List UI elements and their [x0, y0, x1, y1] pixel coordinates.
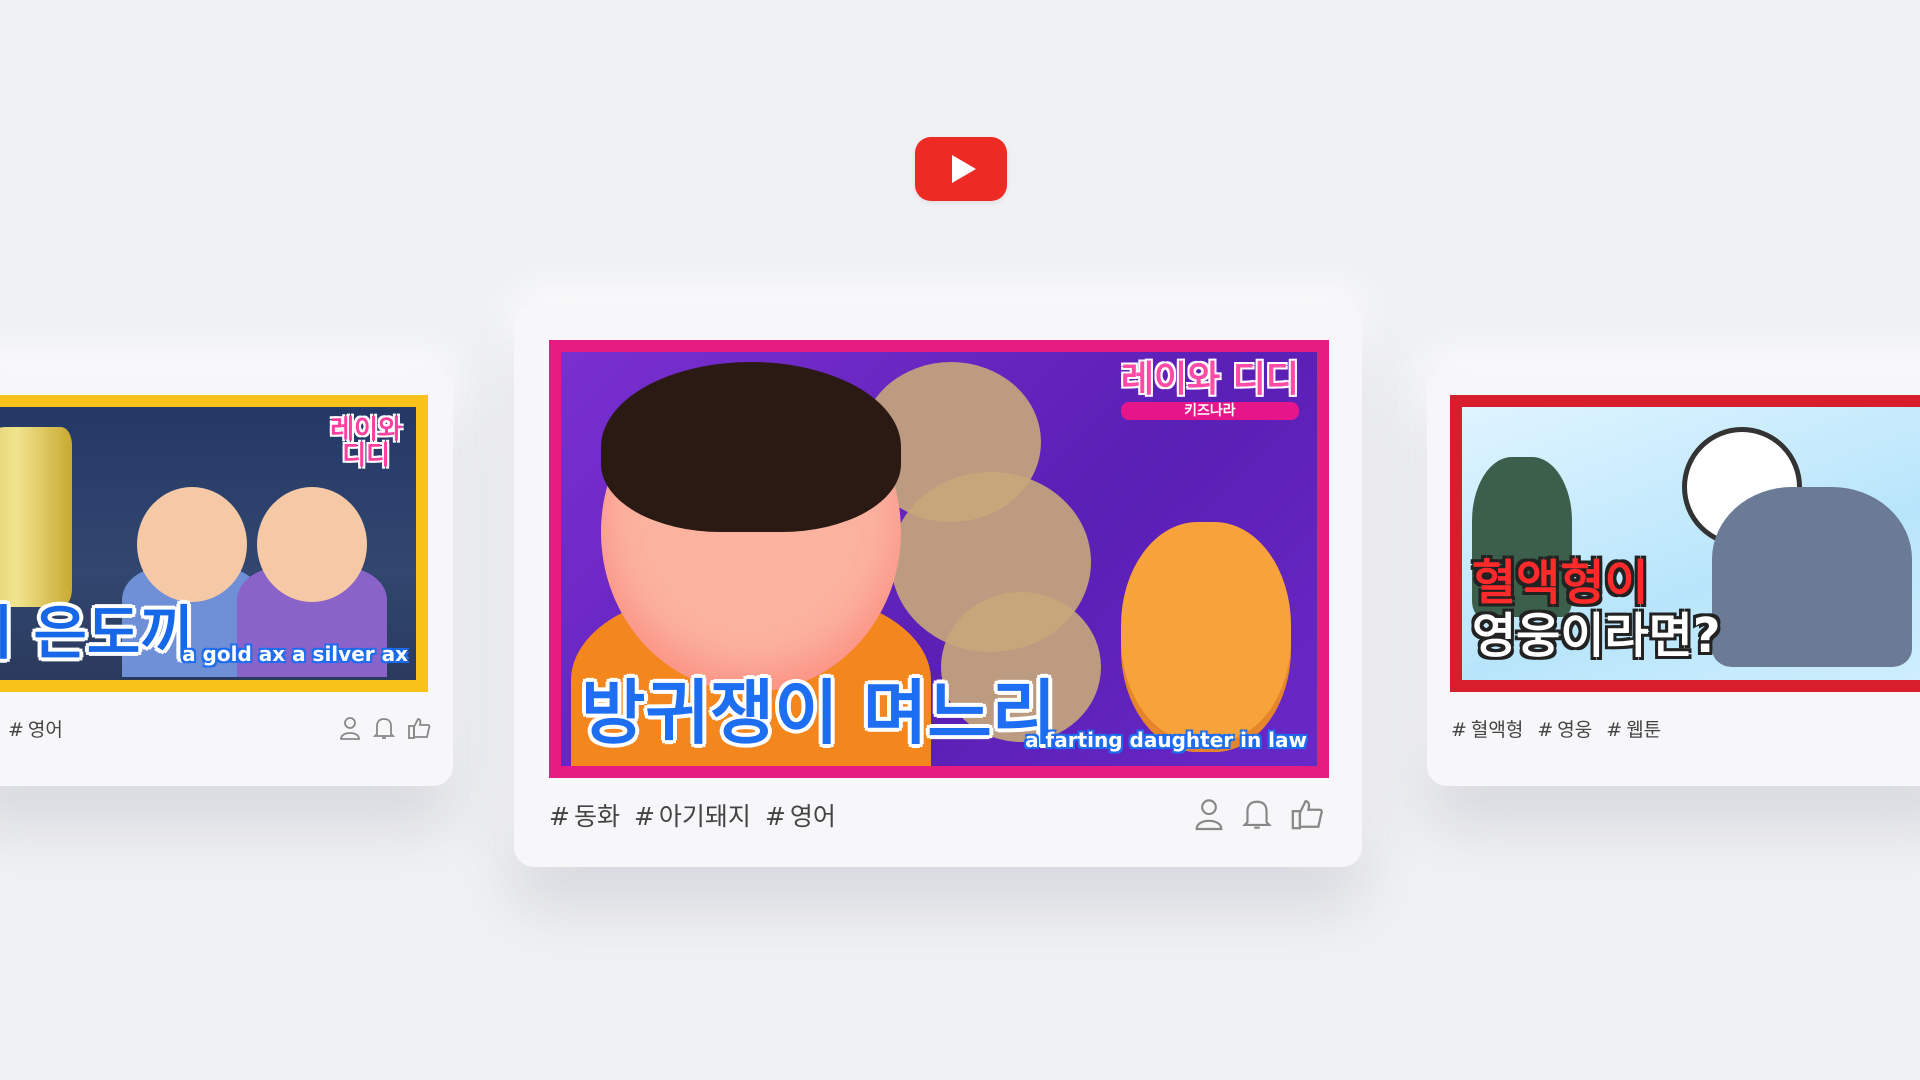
- video-title: 방귀쟁이 며느리: [581, 672, 1057, 754]
- video-carousel: 레이와 디디 이 은도끼 a gold ax a silver ax #영어: [0, 0, 1920, 1080]
- bell-icon[interactable]: [373, 716, 395, 740]
- golden-axe-illustration: [0, 427, 72, 607]
- tag-list: # 영어: [8, 715, 63, 742]
- user-icon[interactable]: [339, 716, 361, 740]
- thumbs-up-icon[interactable]: [1290, 797, 1324, 831]
- user-icon[interactable]: [1194, 797, 1224, 831]
- tag-list: # 혈액형 # 영웅 # 웹툰: [1451, 715, 1661, 742]
- video-card-featured[interactable]: 레이와 디디 키즈나라 방귀쟁이 며느리 a farting daughter …: [514, 305, 1362, 867]
- video-thumbnail[interactable]: 레이와 디디 키즈나라 방귀쟁이 며느리 a farting daughter …: [549, 340, 1329, 778]
- video-card-right[interactable]: 혈액형이 영웅이라면? # 혈액형 # 영웅 # 웹툰: [1427, 370, 1920, 786]
- channel-brand-badge: 레이와 디디 키즈나라: [1120, 359, 1299, 420]
- video-title: 혈액형이 영웅이라면?: [1472, 554, 1721, 665]
- video-card-left[interactable]: 레이와 디디 이 은도끼 a gold ax a silver ax #영어: [0, 370, 453, 786]
- tag[interactable]: # 아기돼지: [634, 797, 751, 833]
- tiger-character: [1121, 522, 1291, 752]
- video-title: 이 은도끼: [0, 599, 194, 667]
- video-thumbnail[interactable]: 혈액형이 영웅이라면?: [1450, 395, 1920, 692]
- tag[interactable]: # 웹툰: [1606, 715, 1661, 742]
- video-subtitle: a gold ax a silver ax: [182, 642, 408, 666]
- thumbnail-art: 레이와 디디 이 은도끼 a gold ax a silver ax: [0, 407, 416, 680]
- youtube-logo[interactable]: [915, 137, 1007, 201]
- thumbnail-art: 혈액형이 영웅이라면?: [1462, 407, 1920, 680]
- tag[interactable]: # 영어: [765, 797, 836, 833]
- character-body: [1712, 487, 1912, 667]
- character-hair: [601, 362, 901, 532]
- tag-list: # 동화 # 아기돼지 # 영어: [549, 797, 836, 833]
- character-face: [137, 487, 247, 602]
- video-subtitle: a farting daughter in law: [1025, 728, 1307, 752]
- action-icons: [1194, 797, 1324, 831]
- character-face: [257, 487, 367, 602]
- bell-icon[interactable]: [1242, 797, 1272, 831]
- thumbnail-art: 레이와 디디 키즈나라 방귀쟁이 며느리 a farting daughter …: [561, 352, 1317, 766]
- channel-brand-badge: 레이와 디디: [330, 415, 402, 471]
- play-icon: [952, 155, 976, 183]
- tag[interactable]: # 영어: [8, 715, 63, 742]
- video-thumbnail[interactable]: 레이와 디디 이 은도끼 a gold ax a silver ax: [0, 395, 428, 692]
- thumbs-up-icon[interactable]: [407, 716, 431, 740]
- tag[interactable]: # 동화: [549, 797, 620, 833]
- tag[interactable]: # 영웅: [1537, 715, 1592, 742]
- action-icons: [339, 716, 431, 740]
- tag[interactable]: # 혈액형: [1451, 715, 1523, 742]
